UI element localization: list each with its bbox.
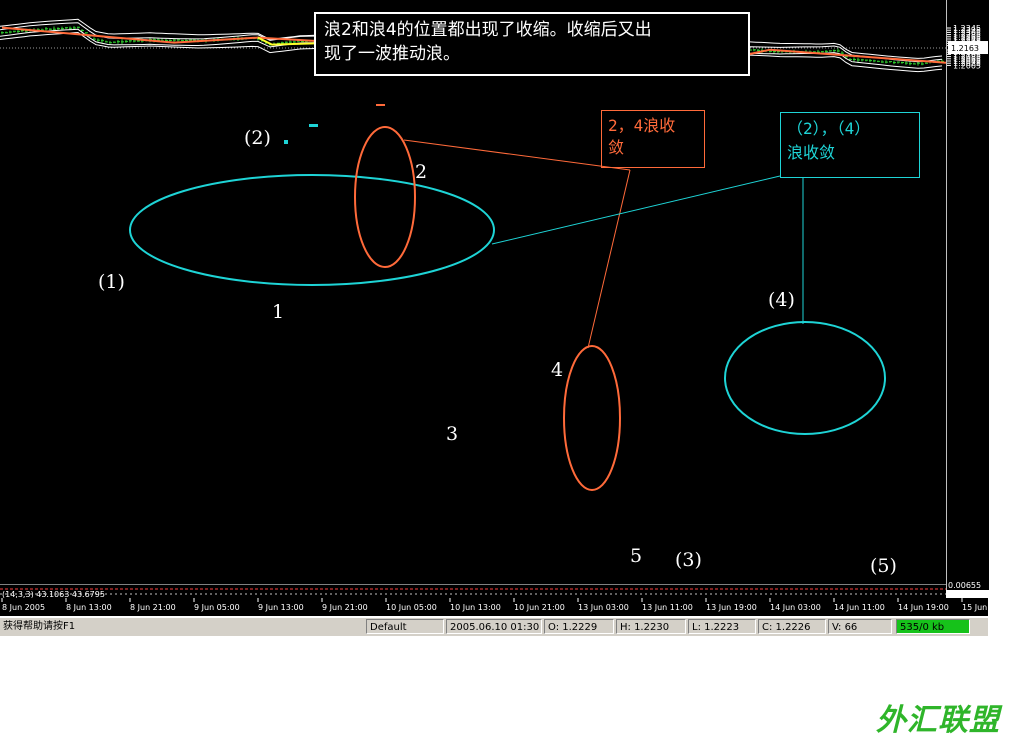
x-tick-label: 14 Jun 11:00 — [834, 603, 885, 612]
x-tick-label: 10 Jun 13:00 — [450, 603, 501, 612]
x-tick-label: 8 Jun 2005 — [2, 603, 45, 612]
wave-label: (2) — [244, 127, 271, 149]
price-axis-ticks: 1.23451.23251.23051.22851.22651.22451.22… — [947, 24, 988, 70]
price-chart: (1) (2) 1 2 3 4 5 (3) (4) (5) — [0, 18, 963, 577]
note-line-2: 现了一波推动浪。 — [324, 44, 460, 64]
x-tick-label: 15 Jun 03:00 — [962, 603, 988, 612]
wave-label: 5 — [630, 545, 642, 567]
callout-wave-2-4: 2，4浪收 敛 — [601, 110, 705, 168]
note-line-1: 浪2和浪4的位置都出现了收缩。收缩后又出 — [324, 20, 652, 40]
marker-cyan-small — [284, 140, 288, 144]
x-tick-label: 8 Jun 13:00 — [66, 603, 112, 612]
marker-orange-dash — [376, 104, 385, 106]
status-network[interactable]: 535/0 kb — [896, 619, 970, 634]
indicator-strip: (14,3,3) 43.1063 43.6795 — [0, 584, 946, 599]
x-tick-label: 8 Jun 21:00 — [130, 603, 176, 612]
x-tick-label: 10 Jun 05:00 — [386, 603, 437, 612]
x-tick-label: 14 Jun 19:00 — [898, 603, 949, 612]
wave-label: (4) — [768, 289, 795, 311]
wave-label: (3) — [675, 549, 702, 571]
y-tick-label: 1.2005 — [953, 61, 981, 70]
callout-orange-line-1: 2，4浪收 — [608, 116, 676, 135]
indicator-axis: 0.00655 100.357 — [948, 581, 981, 600]
callout-wave-(2)-(4): （2），（4） 浪收敛 — [780, 112, 920, 178]
highlight-ellipse-wave-2 — [354, 126, 416, 268]
indicator-top-value: 0.00655 — [948, 581, 981, 590]
callout-orange-line-2: 敛 — [608, 138, 625, 157]
x-tick-label: 9 Jun 13:00 — [258, 603, 304, 612]
x-tick-label: 13 Jun 03:00 — [578, 603, 629, 612]
wave-label: 1 — [272, 301, 284, 323]
wave-label: (5) — [870, 555, 897, 577]
status-volume: V: 66 — [828, 619, 892, 634]
callout-cyan-line-2: 浪收敛 — [787, 143, 836, 162]
highlight-ellipse-wave-4 — [563, 345, 621, 491]
wave-label: 4 — [551, 359, 563, 381]
callout-cyan-line-1: （2），（4） — [787, 119, 871, 138]
x-tick-label: 9 Jun 05:00 — [194, 603, 240, 612]
status-close: C: 1.2226 — [758, 619, 826, 634]
highlight-ellipse-wave-(2) — [129, 174, 495, 286]
x-tick-label: 13 Jun 19:00 — [706, 603, 757, 612]
status-bar: 获得帮助请按F1 Default 2005.06.10 01:30 O: 1.2… — [0, 617, 988, 636]
x-tick-label: 9 Jun 21:00 — [322, 603, 368, 612]
status-high: H: 1.2230 — [616, 619, 686, 634]
chart-area[interactable]: (1) (2) 1 2 3 4 5 (3) (4) (5) — [0, 0, 963, 590]
marker-cyan-dash — [309, 124, 318, 127]
price-axis[interactable]: 1.23451.23251.23051.22851.22651.22451.22… — [946, 0, 989, 590]
status-low: L: 1.2223 — [688, 619, 756, 634]
status-profile[interactable]: Default — [366, 619, 444, 634]
annotation-note: 浪2和浪4的位置都出现了收缩。收缩后又出 现了一波推动浪。 — [314, 12, 750, 76]
wave-label: 3 — [446, 423, 458, 445]
time-axis-ticks: 8 Jun 2005 8 Jun 13:00 8 Jun 21:00 9 Jun 05… — [1, 598, 1013, 612]
status-help: 获得帮助请按F1 — [3, 621, 76, 632]
status-open: O: 1.2229 — [544, 619, 614, 634]
watermark-logo: 外汇联盟 — [876, 703, 1000, 738]
connector-orange-4 — [587, 169, 631, 349]
x-tick-label: 13 Jun 11:00 — [642, 603, 693, 612]
crosshair-price-label: 1.2163 — [951, 44, 979, 53]
x-tick-label: 14 Jun 03:00 — [770, 603, 821, 612]
wave-label: (1) — [98, 271, 125, 293]
wave-label: 2 — [415, 161, 427, 183]
status-datetime: 2005.06.10 01:30 — [446, 619, 542, 634]
connector-cyan-(2) — [491, 175, 781, 245]
connector-orange-2 — [403, 139, 631, 171]
time-axis: 8 Jun 2005 8 Jun 13:00 8 Jun 21:00 9 Jun 05… — [0, 598, 1013, 616]
x-tick-label: 10 Jun 21:00 — [514, 603, 565, 612]
highlight-ellipse-wave-(4) — [724, 321, 886, 435]
